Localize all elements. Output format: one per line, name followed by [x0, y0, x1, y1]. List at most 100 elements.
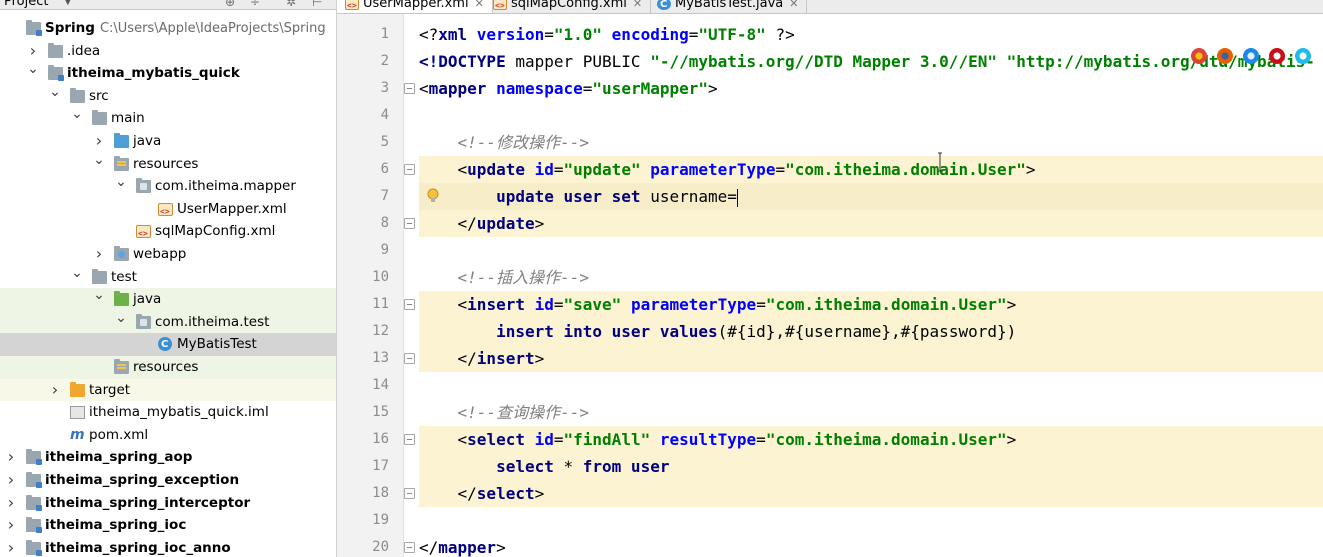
hide-icon[interactable]: ⊢ — [312, 0, 322, 10]
tree-item[interactable]: › target — [0, 378, 336, 402]
code-line[interactable]: 17 select * from user — [337, 453, 1323, 480]
tree-item[interactable]: › itheima_spring_ioc — [0, 514, 336, 537]
chevron-right-icon[interactable]: › — [4, 537, 18, 557]
tree-item[interactable]: m pom.xml — [0, 424, 336, 447]
tree-item[interactable]: resources — [0, 356, 336, 379]
fold-marker-icon[interactable] — [404, 488, 415, 499]
code-line[interactable]: 19 — [337, 507, 1323, 534]
tree-item-label: java — [133, 288, 161, 311]
chevron-down-icon[interactable]: ⌄ — [70, 262, 84, 285]
line-number: 18 — [372, 485, 389, 501]
chevron-down-icon[interactable]: ⌄ — [70, 103, 84, 126]
chevron-right-icon[interactable]: › — [4, 446, 18, 469]
code-line[interactable]: 5 <!--修改操作--> — [337, 129, 1323, 156]
editor-tab[interactable]: sqlMapConfig.xml ✕ — [485, 0, 652, 13]
code-line[interactable]: 20 </mapper> — [337, 534, 1323, 557]
chevron-down-icon[interactable]: ▼ — [64, 0, 72, 10]
code-line[interactable]: 16 <select id="findAll" resultType="com.… — [337, 426, 1323, 453]
tree-item[interactable]: UserMapper.xml — [0, 198, 336, 223]
code-line[interactable]: 11 <insert id="save" parameterType="com.… — [337, 291, 1323, 318]
code-text: </insert> — [419, 345, 545, 372]
sync-icon[interactable]: ⊕ — [225, 0, 235, 10]
chevron-down-icon[interactable]: ⌄ — [92, 149, 106, 172]
tree-item[interactable]: › itheima_spring_aop — [0, 446, 336, 469]
firefox-icon[interactable] — [1217, 48, 1233, 64]
fold-marker-icon[interactable] — [404, 353, 415, 364]
chevron-right-icon[interactable]: › — [92, 243, 106, 266]
ie-icon[interactable] — [1295, 48, 1311, 64]
code-line[interactable]: 7 update user set username= — [337, 183, 1323, 210]
code-line[interactable]: 18 </select> — [337, 480, 1323, 507]
chevron-right-icon[interactable]: › — [4, 514, 18, 537]
close-icon[interactable]: ✕ — [789, 0, 798, 10]
tree-item[interactable]: › itheima_spring_ioc_anno — [0, 537, 336, 557]
tree-item[interactable]: ⌄ resources — [0, 152, 336, 176]
tree-item[interactable]: Spring C:\Users\Apple\IdeaProjects\Spring — [0, 17, 336, 40]
code-line[interactable]: 6 <update id="update" parameterType="com… — [337, 156, 1323, 183]
close-icon[interactable]: ✕ — [633, 0, 642, 10]
code-token: > — [1006, 430, 1017, 449]
fold-marker-icon[interactable] — [404, 299, 415, 310]
tree-item[interactable]: › .idea — [0, 40, 336, 63]
chevron-down-icon[interactable]: ⌄ — [114, 307, 128, 330]
opera-icon[interactable] — [1269, 48, 1285, 64]
chevron-right-icon[interactable]: › — [4, 469, 18, 492]
tree-item[interactable]: ⌄ src — [0, 84, 336, 108]
chevron-down-icon[interactable]: ⌄ — [114, 171, 128, 194]
chevron-down-icon[interactable]: ⌄ — [26, 58, 40, 81]
code-line[interactable]: 1 <?xml version="1.0" encoding="UTF-8" ?> — [337, 21, 1323, 48]
tree-item[interactable]: sqlMapConfig.xml — [0, 220, 336, 246]
chevron-right-icon[interactable]: › — [4, 492, 18, 515]
tree-item[interactable]: itheima_mybatis_quick.iml — [0, 401, 336, 424]
module-folder-icon — [26, 20, 42, 36]
chevron-right-icon[interactable]: › — [48, 379, 62, 402]
tree-item[interactable]: ⌄ com.itheima.mapper — [0, 174, 336, 198]
tree-item[interactable]: › java — [0, 130, 336, 153]
chrome-icon[interactable] — [1191, 48, 1207, 64]
code-line[interactable]: 13 </insert> — [337, 345, 1323, 372]
tree-item-text: test — [111, 268, 137, 285]
project-view-selector[interactable]: Project — [4, 0, 48, 10]
tree-item[interactable]: MyBatisTest — [0, 333, 336, 357]
gear-icon[interactable]: ✲ — [286, 0, 296, 10]
fold-marker-icon[interactable] — [404, 83, 415, 94]
editor-tab[interactable]: MyBatisTest.java ✕ — [649, 0, 808, 13]
fold-marker-icon[interactable] — [404, 218, 415, 229]
tree-item[interactable]: › webapp — [0, 243, 336, 266]
code-token: = — [756, 295, 766, 314]
editor-tab[interactable]: UserMapper.xml ✕ — [337, 0, 493, 13]
code-line[interactable]: 10 <!--插入操作--> — [337, 264, 1323, 291]
tree-item[interactable]: ⌄ main — [0, 106, 336, 130]
chevron-down-icon[interactable]: ⌄ — [92, 284, 106, 307]
code-line[interactable]: 2 <!DOCTYPE mapper PUBLIC "-//mybatis.org… — [337, 48, 1323, 75]
fold-marker-icon[interactable] — [404, 434, 415, 445]
tree-item[interactable]: ⌄ java — [0, 287, 336, 311]
safari-icon[interactable] — [1243, 48, 1259, 64]
collapse-all-icon[interactable]: ÷ — [250, 0, 260, 10]
code-editor[interactable]: 1 <?xml version="1.0" encoding="UTF-8" ?>… — [337, 14, 1323, 557]
code-line[interactable]: 3 <mapper namespace="userMapper"> — [337, 75, 1323, 102]
tree-item[interactable]: ⌄ com.itheima.test — [0, 310, 336, 334]
chevron-down-icon[interactable]: ⌄ — [48, 81, 62, 104]
tree-item-label: itheima_spring_interceptor — [45, 492, 250, 515]
fold-marker-icon[interactable] — [404, 542, 415, 553]
tree-item[interactable]: › itheima_spring_exception — [0, 469, 336, 492]
code-line[interactable]: 12 insert into user values(#{id},#{usern… — [337, 318, 1323, 345]
code-line[interactable]: 9 — [337, 237, 1323, 264]
tree-item[interactable]: ⌄ test — [0, 265, 336, 289]
fold-marker-icon[interactable] — [404, 164, 415, 175]
code-line[interactable]: 4 — [337, 102, 1323, 129]
code-token: </ — [419, 214, 477, 233]
line-number: 8 — [380, 215, 389, 231]
tree-item-label: itheima_spring_ioc — [45, 514, 186, 537]
code-line[interactable]: 15 <!--查询操作--> — [337, 399, 1323, 426]
tree-item[interactable]: › itheima_spring_interceptor — [0, 492, 336, 515]
code-token: = — [553, 160, 564, 179]
tree-item-text: pom.xml — [89, 426, 149, 443]
web-folder-icon — [114, 246, 129, 261]
close-icon[interactable]: ✕ — [475, 0, 484, 10]
code-token: "com.itheima.domain.User" — [785, 160, 1026, 179]
code-line[interactable]: 14 — [337, 372, 1323, 399]
code-line[interactable]: 8 </update> — [337, 210, 1323, 237]
code-token: parameterType — [630, 295, 757, 314]
